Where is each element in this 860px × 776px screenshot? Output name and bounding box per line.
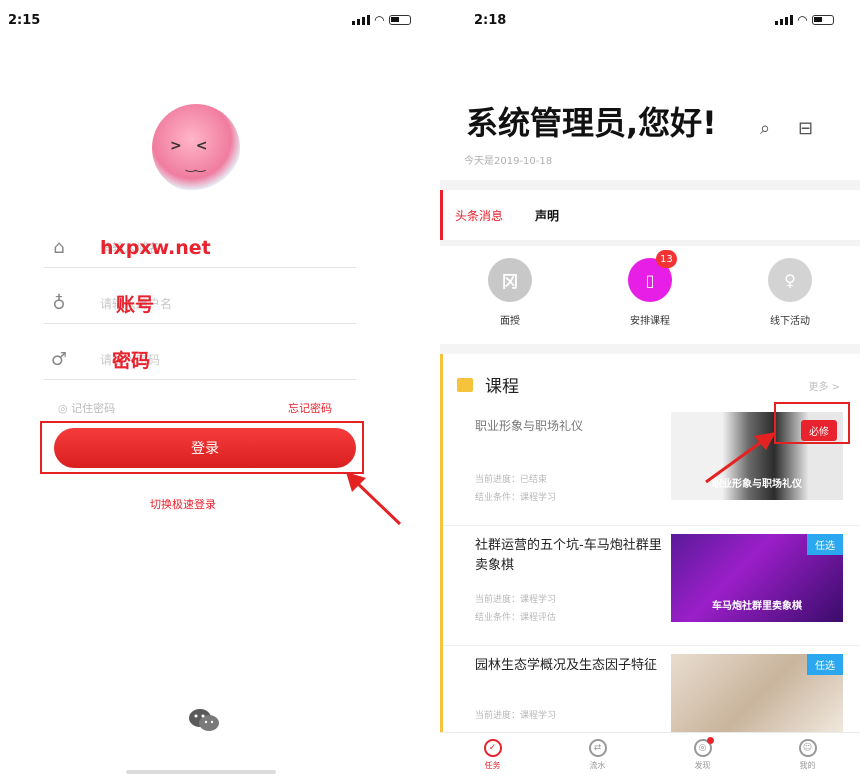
- status-time: 2:18: [474, 12, 507, 28]
- shortcut-offline-activity[interactable]: ♀ 线下活动: [768, 258, 812, 327]
- username-annotation: 账号: [116, 294, 155, 316]
- tab-label: 发现: [694, 760, 711, 770]
- course-progress: 当前进度：课程学习: [475, 595, 557, 605]
- remember-password-checkbox[interactable]: ◎ 记住密码: [58, 400, 115, 416]
- elective-tag: 任选: [807, 534, 843, 555]
- logo-mouth: ‿‿: [186, 158, 206, 172]
- forgot-password-link[interactable]: 忘记密码: [288, 400, 332, 416]
- face-teaching-icon: 冈: [488, 258, 532, 302]
- login-button[interactable]: 登录: [54, 428, 356, 468]
- tab-statement[interactable]: 声明: [535, 207, 559, 224]
- search-icon[interactable]: ⌕: [760, 118, 770, 139]
- new-dot: [706, 736, 714, 744]
- bottom-tab-bar: ✓ 任务 ⇄ 流水 ◎ 发现 ☺ 我的: [440, 732, 860, 776]
- course-progress: 当前进度：课程学习: [475, 711, 557, 721]
- shortcut-label: 面授: [500, 316, 520, 327]
- elective-tag: 任选: [807, 654, 843, 675]
- key-icon: ♂: [50, 349, 68, 370]
- shortcut-face-teaching[interactable]: 冈 面授: [488, 258, 532, 327]
- annotation-arrow-right: [705, 432, 776, 484]
- more-courses-link[interactable]: 更多 >: [808, 378, 840, 393]
- tab-label: 流水: [589, 760, 606, 770]
- news-tabs: 头条消息 声明: [440, 190, 860, 240]
- profile-icon: ☺: [798, 738, 817, 757]
- date-label: 今天是2019-10-18: [464, 156, 553, 167]
- logo-eyes: ><: [170, 138, 222, 154]
- tab-label: 我的: [799, 760, 816, 770]
- course-name: 职业形象与职场礼仪: [475, 419, 584, 433]
- status-bar: 2:15 ◠: [0, 0, 433, 40]
- status-time: 2:15: [8, 12, 41, 28]
- course-completion: 结业条件：课程学习: [475, 493, 557, 503]
- greeting-title: 系统管理员,您好!: [466, 104, 717, 142]
- app-avatar-logo: >< ‿‿: [152, 104, 240, 192]
- wifi-icon: ◠: [374, 13, 384, 27]
- home-screen: 2:18 ◠ 系统管理员,您好! ⌕ ⊟ 今天是2019-10-18 头条消息 …: [440, 0, 860, 776]
- required-highlight-box: [774, 402, 850, 444]
- course-thumbnail: 车马炮社群里卖象棋 任选: [671, 534, 843, 622]
- switch-quick-login-link[interactable]: 切换极速登录: [150, 496, 216, 512]
- tab-flow[interactable]: ⇄ 流水: [588, 738, 607, 771]
- course-thumbnail: 任选: [671, 654, 843, 742]
- user-icon: ♁: [52, 293, 66, 314]
- tab-headlines[interactable]: 头条消息: [455, 207, 503, 224]
- course-completion: 结业条件：课程评估: [475, 613, 557, 623]
- cellular-icon: [351, 15, 370, 25]
- tab-profile[interactable]: ☺ 我的: [798, 738, 817, 771]
- course-name: 社群运营的五个坑-车马炮社群里卖象棋: [475, 538, 662, 573]
- flow-icon: ⇄: [588, 738, 607, 757]
- folder-icon: [457, 377, 473, 392]
- course-name: 园林生态学概况及生态因子特征: [475, 658, 658, 673]
- shortcut-arrange-course[interactable]: ▯ 13 安排课程: [628, 250, 677, 327]
- shortcut-label: 安排课程: [630, 316, 670, 327]
- domain-field[interactable]: ⌂ 请输入域名 hxpxw.net: [44, 228, 356, 268]
- status-bar-right: 2:18 ◠: [440, 0, 860, 40]
- thumbnail-caption: 车马炮社群里卖象棋: [712, 601, 802, 612]
- tab-label: 任务: [484, 760, 501, 770]
- wechat-login-icon[interactable]: [188, 708, 220, 732]
- scan-icon[interactable]: ⊟: [798, 118, 813, 139]
- password-annotation: 密码: [112, 350, 151, 372]
- signal-indicators: ◠: [774, 13, 834, 27]
- username-field[interactable]: ♁ 请输入用户名 账号: [44, 284, 356, 324]
- home-icon: ⌂: [53, 237, 65, 258]
- wifi-icon: ◠: [797, 13, 807, 27]
- screen-divider: [433, 0, 440, 776]
- courses-title: 课程: [485, 377, 519, 397]
- battery-icon: [389, 15, 411, 25]
- shortcut-label: 线下活动: [770, 316, 810, 327]
- domain-annotation: hxpxw.net: [100, 236, 211, 259]
- signal-indicators: ◠: [351, 13, 411, 27]
- login-screen: 2:15 ◠ >< ‿‿ ⌂ 请输入域名 hxpxw.net ♁ 请输入用户名 …: [0, 0, 433, 776]
- home-indicator: [126, 770, 276, 774]
- courses-header: 课程: [457, 372, 519, 397]
- password-field[interactable]: ♂ 请输入密码 密码: [44, 340, 356, 380]
- course-item[interactable]: 社群运营的五个坑-车马炮社群里卖象棋 当前进度：课程学习 结业条件：课程评估 车…: [443, 526, 860, 646]
- battery-icon: [812, 15, 834, 25]
- shortcut-icons: 冈 面授 ▯ 13 安排课程 ♀ 线下活动: [440, 246, 860, 344]
- check-icon: ✓: [483, 738, 502, 757]
- course-progress: 当前进度：已结束: [475, 475, 548, 485]
- offline-activity-icon: ♀: [768, 258, 812, 302]
- tab-discover[interactable]: ◎ 发现: [693, 736, 714, 771]
- tab-task[interactable]: ✓ 任务: [483, 738, 502, 771]
- notification-badge: 13: [656, 250, 677, 268]
- annotation-arrow-left: [346, 472, 402, 526]
- cellular-icon: [774, 15, 793, 25]
